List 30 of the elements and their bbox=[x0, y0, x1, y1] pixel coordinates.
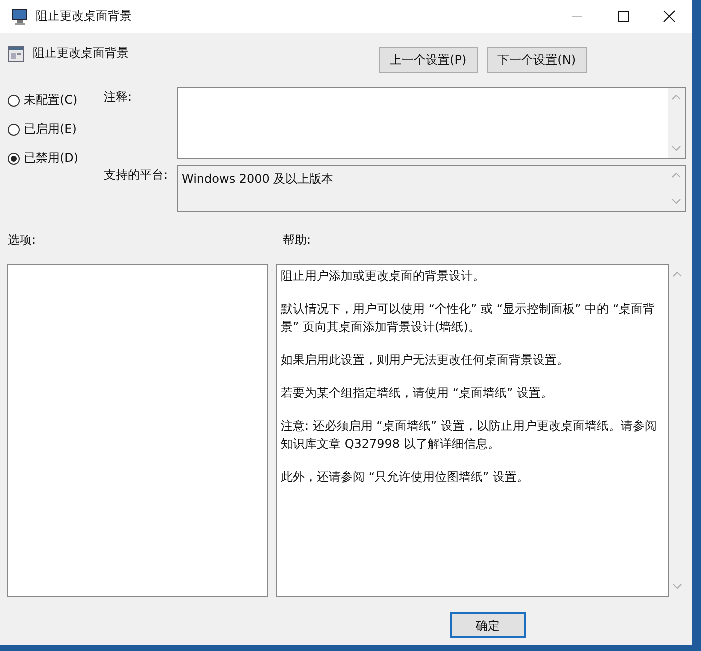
ok-button[interactable]: 确定 bbox=[450, 612, 526, 638]
help-paragraph: 如果启用此设置，则用户无法更改任何桌面背景设置。 bbox=[281, 352, 570, 369]
comment-label: 注释: bbox=[104, 89, 134, 106]
scroll-up-icon[interactable] bbox=[673, 272, 682, 277]
scroll-down-icon[interactable] bbox=[673, 584, 682, 589]
radio-option[interactable]: 已禁用(D) bbox=[8, 150, 104, 167]
scroll-up-icon[interactable] bbox=[672, 95, 681, 100]
help-label: 帮助: bbox=[283, 232, 312, 248]
nav-button[interactable]: 上一个设置(P) bbox=[379, 47, 478, 73]
scroll-down-icon[interactable] bbox=[672, 146, 681, 151]
radio-option[interactable]: 已启用(E) bbox=[8, 121, 104, 138]
policy-name: 阻止更改桌面背景 bbox=[33, 45, 129, 62]
radio-icon[interactable] bbox=[8, 94, 20, 106]
computer-icon bbox=[12, 8, 30, 24]
help-paragraph: 阻止用户添加或更改桌面的背景设计。 bbox=[281, 268, 486, 285]
scroll-up-icon[interactable] bbox=[672, 173, 681, 178]
scroll-down-icon[interactable] bbox=[672, 199, 681, 204]
platform-label: 支持的平台: bbox=[104, 167, 170, 184]
help-paragraph: 此外，还请参阅 “只允许使用位图墙纸” 设置。 bbox=[281, 469, 530, 486]
options-label: 选项: bbox=[8, 232, 38, 248]
settings-page-icon bbox=[8, 46, 24, 62]
window-title: 阻止更改桌面背景 bbox=[36, 8, 133, 25]
help-paragraph: 若要为某个组指定墙纸，请使用 “桌面墙纸” 设置。 bbox=[281, 385, 554, 402]
help-paragraph: 注意: 还必须启用 “桌面墙纸” 设置，以防止用户更改桌面墙纸。请参阅知识库文章 Q327998 以了解详细信息。 bbox=[281, 418, 658, 453]
radio-option[interactable]: 未配置(C) bbox=[8, 92, 104, 109]
platform-value: Windows 2000 及以上版本 bbox=[181, 171, 335, 188]
help-paragraph: 默认情况下，用户可以使用 “个性化” 或 “显示控制面板” 中的 “桌面背景” 页向其桌面添加背景设计(墙纸)。 bbox=[281, 301, 656, 336]
radio-icon[interactable] bbox=[8, 124, 20, 136]
nav-button[interactable]: 下一个设置(N) bbox=[486, 47, 587, 73]
radio-icon[interactable] bbox=[8, 152, 20, 164]
